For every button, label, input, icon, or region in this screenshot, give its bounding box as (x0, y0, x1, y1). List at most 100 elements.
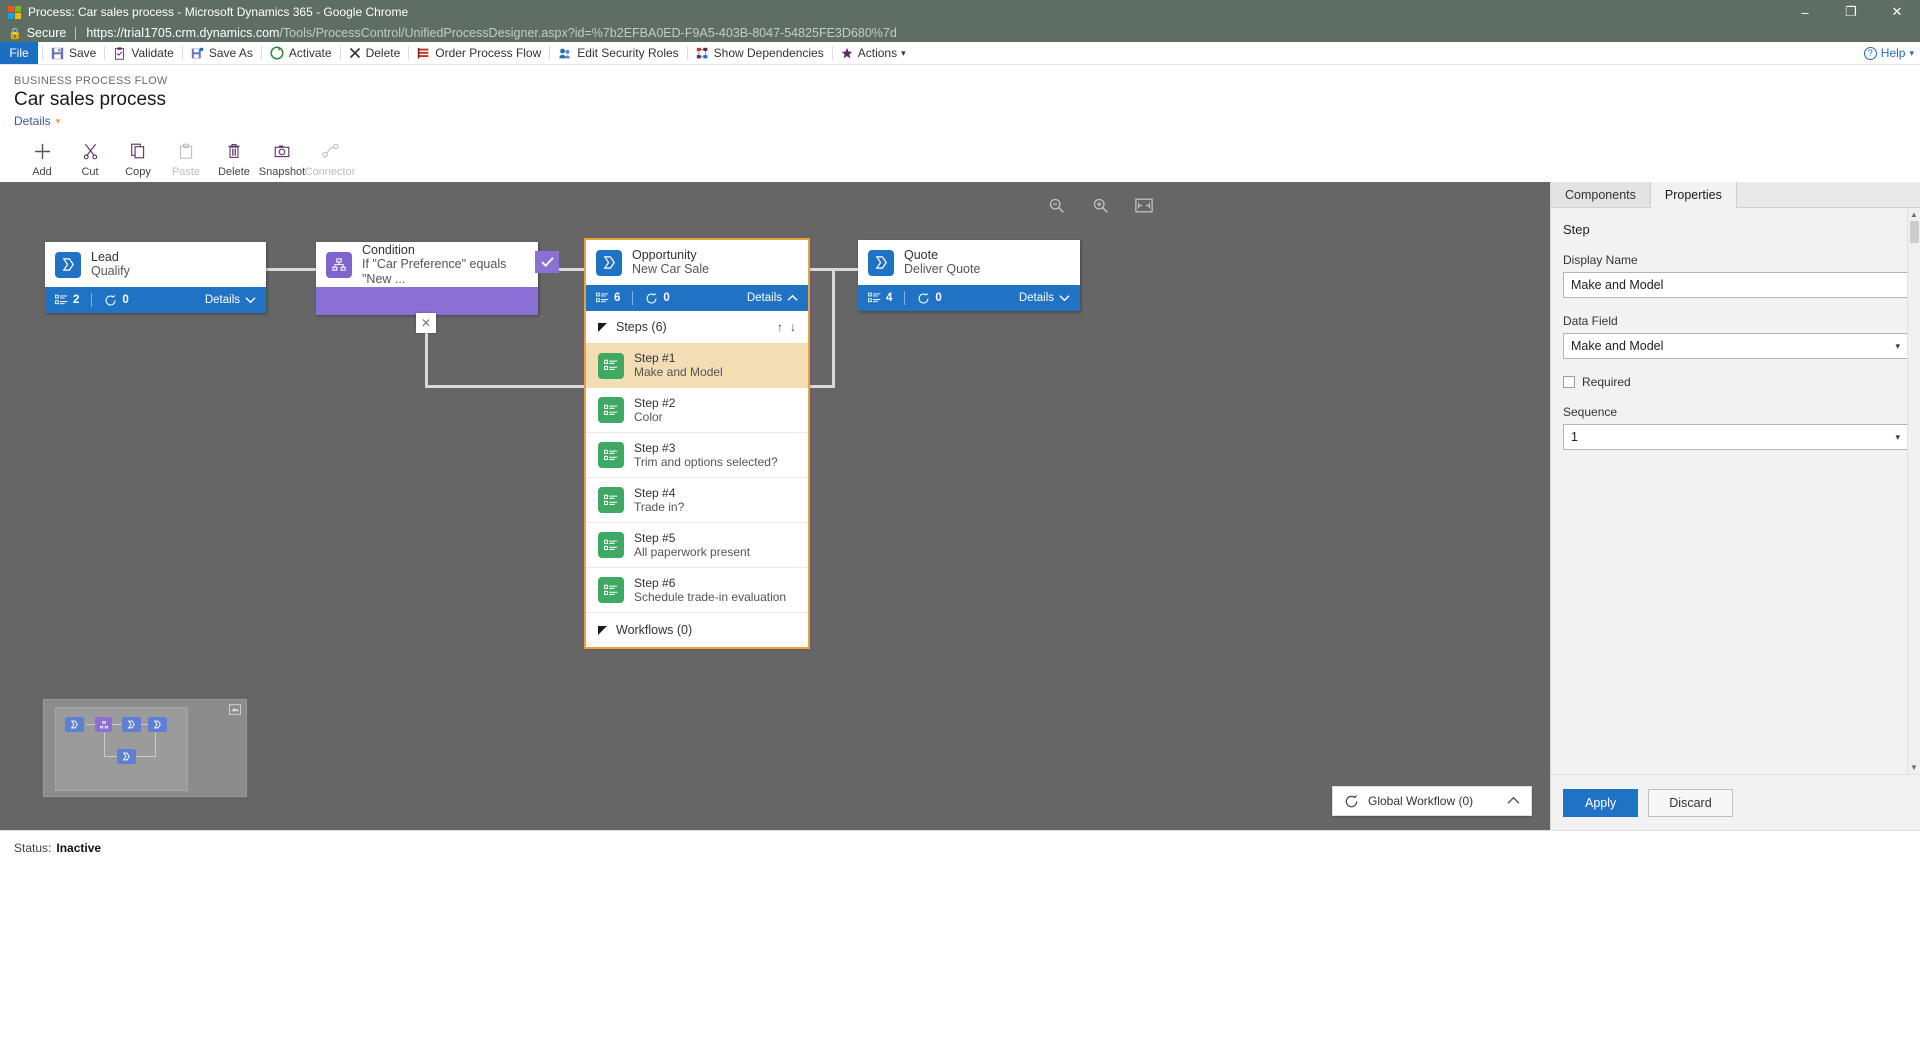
condition-false-branch-marker[interactable]: ✕ (416, 313, 436, 333)
connector-icon (321, 138, 340, 164)
condition-true-branch-marker[interactable] (535, 251, 559, 273)
canvas-minimap[interactable] (43, 699, 247, 797)
secure-label: Secure (26, 26, 67, 40)
discard-button[interactable]: Discard (1648, 788, 1733, 817)
chevron-up-icon[interactable] (1507, 794, 1520, 808)
process-designer-canvas[interactable]: Lead Qualify 2 0 Details Condition If "C… (0, 182, 1550, 830)
workflow-count-icon (105, 294, 117, 306)
connector-condition-opportunity (558, 268, 586, 271)
show-dependencies-button[interactable]: Show Dependencies (688, 42, 832, 64)
snapshot-button[interactable]: Snapshot (258, 138, 306, 178)
connector-button[interactable]: Connector (305, 138, 355, 178)
opportunity-details-toggle[interactable]: Details (747, 292, 798, 304)
details-toggle-label: Details (14, 114, 51, 128)
steps-panel-header[interactable]: Steps (6) ↑ ↓ (586, 311, 808, 343)
quote-details-toggle[interactable]: Details (1019, 292, 1070, 304)
file-menu-tab[interactable]: File (0, 42, 38, 64)
tab-properties[interactable]: Properties (1650, 182, 1737, 208)
footer-divider (91, 293, 93, 307)
stage-icon-lead (55, 251, 81, 278)
minimize-button[interactable]: – (1782, 0, 1828, 24)
panel-scrollbar[interactable]: ▲ ▼ (1907, 208, 1920, 774)
minimap-node-quote (148, 717, 167, 732)
stage-card-quote[interactable]: Quote Deliver Quote 4 0 Details (858, 240, 1080, 311)
required-checkbox[interactable] (1563, 376, 1575, 388)
save-as-label: Save As (208, 46, 253, 60)
step-name: Make and Model (634, 365, 723, 379)
save-as-icon (191, 47, 204, 60)
close-button[interactable]: ✕ (1874, 0, 1920, 24)
save-button[interactable]: Save (43, 42, 104, 64)
add-button[interactable]: Add (18, 138, 66, 178)
stage-icon-condition (326, 251, 352, 278)
required-checkbox-row[interactable]: Required (1563, 375, 1908, 389)
sequence-select[interactable]: 1 ▾ (1563, 424, 1908, 450)
page-header: BUSINESS PROCESS FLOW Car sales process … (0, 65, 1920, 128)
actions-label: Actions (857, 46, 898, 60)
workflows-header-label: Workflows (0) (616, 623, 693, 637)
step-row[interactable]: Step #3 Trim and options selected? (586, 433, 808, 478)
fit-to-screen-icon[interactable] (1133, 194, 1155, 216)
required-label: Required (1582, 375, 1631, 389)
data-field-group: Data Field Make and Model ▾ (1563, 314, 1908, 359)
scissors-icon (82, 138, 99, 164)
step-row[interactable]: Step #6 Schedule trade-in evaluation (586, 568, 808, 613)
step-row[interactable]: Step #5 All paperwork present (586, 523, 808, 568)
maximize-button[interactable]: ❐ (1828, 0, 1874, 24)
delete-label: Delete (365, 46, 401, 60)
validate-button[interactable]: Validate (105, 42, 181, 64)
details-toggle-link[interactable]: Details ▾ (14, 114, 60, 128)
stage-card-lead[interactable]: Lead Qualify 2 0 Details (45, 242, 266, 313)
step-name: All paperwork present (634, 544, 751, 559)
opportunity-workflows-metric: 0 (645, 292, 670, 305)
stage-header: Lead Qualify (45, 242, 266, 287)
order-process-flow-icon (417, 47, 430, 60)
scroll-up-arrow[interactable]: ▲ (1908, 208, 1920, 221)
display-name-input[interactable] (1563, 272, 1908, 298)
cut-button[interactable]: Cut (66, 138, 114, 178)
stage-details-toggle[interactable]: Details (205, 294, 256, 306)
steps-count-icon (596, 292, 609, 303)
order-process-flow-button[interactable]: Order Process Flow (409, 42, 549, 64)
step-row[interactable]: Step #4 Trade in? (586, 478, 808, 523)
stage-workflows-metric: 0 (104, 294, 129, 307)
actions-caret-icon: ▾ (901, 47, 906, 58)
sequence-field-group: Sequence 1 ▾ (1563, 405, 1908, 450)
minimap-expand-icon[interactable] (229, 704, 241, 718)
browser-address-bar[interactable]: 🔒 Secure https://trial1705.crm.dynamics.… (0, 24, 1920, 42)
data-field-select[interactable]: Make and Model ▾ (1563, 333, 1908, 359)
footer-divider (904, 291, 906, 305)
help-label: Help (1880, 46, 1906, 60)
main-area: Lead Qualify 2 0 Details Condition If "C… (0, 182, 1920, 830)
move-up-icon[interactable]: ↑ (777, 320, 783, 334)
move-down-icon[interactable]: ↓ (790, 320, 796, 334)
activate-button[interactable]: Activate (262, 42, 340, 64)
quote-workflows-metric: 0 (917, 292, 942, 305)
workflows-panel-header[interactable]: Workflows (0) (586, 613, 808, 647)
help-button[interactable]: ? Help ▾ (1863, 42, 1914, 64)
paste-label: Paste (171, 166, 201, 178)
workflow-count-icon (646, 292, 658, 304)
save-as-button[interactable]: Save As (183, 42, 261, 64)
actions-menu-button[interactable]: Actions ▾ (833, 42, 914, 64)
scroll-down-arrow[interactable]: ▼ (1908, 761, 1920, 774)
edit-security-roles-button[interactable]: Edit Security Roles (550, 42, 686, 64)
apply-button[interactable]: Apply (1563, 788, 1639, 817)
tab-components[interactable]: Components (1551, 182, 1651, 207)
delete-node-button[interactable]: Delete (210, 138, 258, 178)
stage-card-condition[interactable]: Condition If "Car Preference" equals "Ne… (316, 242, 538, 315)
ribbon-items: Save Validate Save As Activate Delete Or… (38, 42, 914, 64)
zoom-in-icon[interactable] (1089, 194, 1111, 216)
connector-opportunity-quote (808, 268, 858, 271)
delete-button[interactable]: Delete (341, 42, 409, 64)
connector-lead-condition (265, 268, 316, 271)
copy-button[interactable]: Copy (114, 138, 162, 178)
step-row[interactable]: Step #1 Make and Model (586, 343, 808, 388)
global-workflow-bar[interactable]: Global Workflow (0) (1332, 786, 1532, 816)
windows-logo-icon (8, 5, 21, 19)
paste-button[interactable]: Paste (162, 138, 210, 178)
step-row[interactable]: Step #2 Color (586, 388, 808, 433)
stage-card-opportunity[interactable]: Opportunity New Car Sale 6 0 Details Ste… (584, 238, 810, 649)
zoom-out-icon[interactable] (1045, 194, 1067, 216)
scrollbar-thumb[interactable] (1910, 221, 1919, 243)
